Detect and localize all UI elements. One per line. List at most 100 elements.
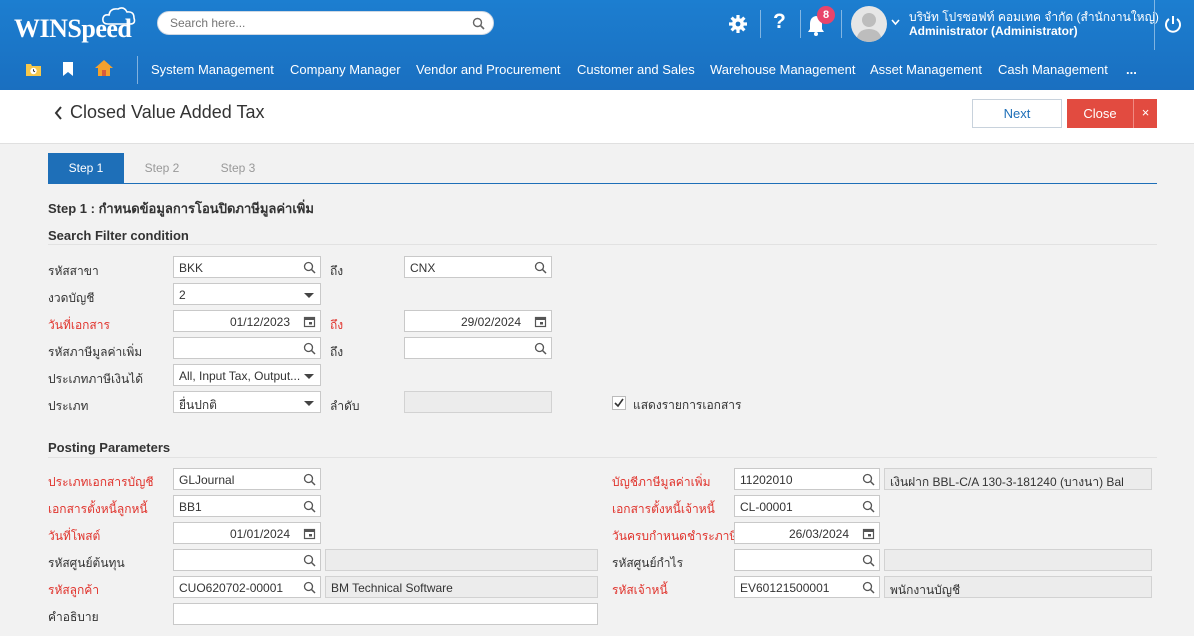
calendar-icon[interactable] [303,527,316,540]
next-button[interactable]: Next [972,99,1062,128]
ap-doc-field[interactable]: CL-00001 [734,495,880,517]
search-filter-title: Search Filter condition [48,228,189,243]
description-field[interactable] [173,603,598,625]
taxtype-label: ประเภทภาษีเงินได้ [48,372,143,386]
show-docs-checkbox[interactable] [612,396,626,410]
search-box[interactable] [157,11,494,35]
doctype-label: ประเภทเอกสารบัญชี [48,475,154,489]
calendar-icon[interactable] [862,527,875,540]
search-icon[interactable] [303,554,316,567]
branch-to-field[interactable]: CNX [404,256,552,278]
creditor-code: EV60121500001 [740,581,830,595]
customer-label: รหัสลูกค้า [48,583,100,597]
power-icon[interactable] [1163,14,1183,34]
type-select[interactable]: ยื่นปกติ [173,391,321,413]
period-select[interactable]: 2 [173,283,321,305]
post-date-label: วันที่โพสต์ [48,529,101,543]
avatar[interactable] [851,6,887,42]
type-value: ยื่นปกติ [179,398,217,412]
branch-from-field[interactable]: BKK [173,256,321,278]
docdate-from-value: 01/12/2023 [229,315,290,329]
close-x-button[interactable]: × [1133,99,1157,128]
ap-doc-value: CL-00001 [740,500,793,514]
divider [137,56,138,84]
calendar-icon[interactable] [303,315,316,328]
vatcode-to-field[interactable] [404,337,552,359]
search-icon[interactable] [472,17,485,30]
chevron-down-icon[interactable] [891,19,900,26]
show-docs-label: แสดงรายการเอกสาร [633,398,742,412]
vat-account-code: 11202010 [740,473,793,487]
search-icon[interactable] [303,473,316,486]
creditor-field[interactable]: EV60121500001 [734,576,880,598]
vatcode-to-label: ถึง [330,345,344,359]
period-label: งวดบัญชี [48,291,95,305]
docdate-to-field[interactable]: 29/02/2024 [404,310,552,332]
seq-field [404,391,552,413]
tab-underline [48,183,1157,184]
tab-step-3[interactable]: Step 3 [200,153,276,183]
bookmark-icon[interactable] [61,61,75,77]
search-icon[interactable] [303,581,316,594]
vat-account-field[interactable]: 11202010 [734,468,880,490]
app-logo[interactable]: WINSpeed [14,7,136,44]
docdate-from-field[interactable]: 01/12/2023 [173,310,321,332]
creditor-name-field: พนักงานบัญชี [884,576,1152,598]
tab-step-1[interactable]: Step 1 [48,153,124,183]
caret-down-icon [304,401,314,406]
home-icon[interactable] [94,59,114,77]
caret-down-icon [304,374,314,379]
back-chevron-icon[interactable] [52,104,66,122]
search-icon[interactable] [303,500,316,513]
taxtype-select[interactable]: All, Input Tax, Output... [173,364,321,386]
customer-field[interactable]: CUO620702-00001 [173,576,321,598]
menu-customer-sales[interactable]: Customer and Sales [577,62,695,77]
menu-system-management[interactable]: System Management [151,62,274,77]
menu-vendor-procurement[interactable]: Vendor and Procurement [416,62,561,77]
search-icon[interactable] [303,342,316,355]
close-button[interactable]: Close [1067,99,1133,128]
cost-center-name-field [325,549,598,571]
tab-step-2[interactable]: Step 2 [124,153,200,183]
customer-name: BM Technical Software [331,581,453,595]
step-heading: Step 1 : กำหนดข้อมูลการโอนปิดภาษีมูลค่าเ… [48,201,314,216]
search-icon[interactable] [862,581,875,594]
period-value: 2 [179,288,186,302]
search-icon[interactable] [862,500,875,513]
search-icon[interactable] [534,261,547,274]
docdate-to-value: 29/02/2024 [460,315,521,329]
folder-clock-icon[interactable] [25,61,42,77]
due-date-label: วันครบกำหนดชำระภาษี [612,529,738,543]
search-icon[interactable] [862,473,875,486]
check-icon [614,398,624,408]
docdate-label: วันที่เอกสาร [48,318,110,332]
menu-company-manager[interactable]: Company Manager [290,62,401,77]
calendar-icon[interactable] [534,315,547,328]
divider [800,10,801,38]
menu-cash-management[interactable]: Cash Management [998,62,1108,77]
profit-center-field[interactable] [734,549,880,571]
vatcode-from-field[interactable] [173,337,321,359]
ar-doc-field[interactable]: BB1 [173,495,321,517]
cost-center-field[interactable] [173,549,321,571]
search-input[interactable] [170,16,460,30]
branch-label: รหัสสาขา [48,264,99,278]
taxtype-value: All, Input Tax, Output... [179,369,301,383]
due-date-field[interactable]: 26/03/2024 [734,522,880,544]
divider [1154,0,1155,50]
help-icon[interactable]: ? [773,10,786,34]
menu-asset-management[interactable]: Asset Management [870,62,982,77]
search-icon[interactable] [862,554,875,567]
section-divider [48,457,1157,458]
description-label: คำอธิบาย [48,610,99,624]
customer-name-field: BM Technical Software [325,576,598,598]
divider [760,10,761,38]
due-date-value: 26/03/2024 [788,527,849,541]
search-icon[interactable] [534,342,547,355]
gear-icon[interactable] [728,14,748,34]
menu-more[interactable]: ... [1126,62,1137,77]
doctype-field[interactable]: GLJournal [173,468,321,490]
search-icon[interactable] [303,261,316,274]
menu-warehouse-management[interactable]: Warehouse Management [710,62,856,77]
post-date-field[interactable]: 01/01/2024 [173,522,321,544]
